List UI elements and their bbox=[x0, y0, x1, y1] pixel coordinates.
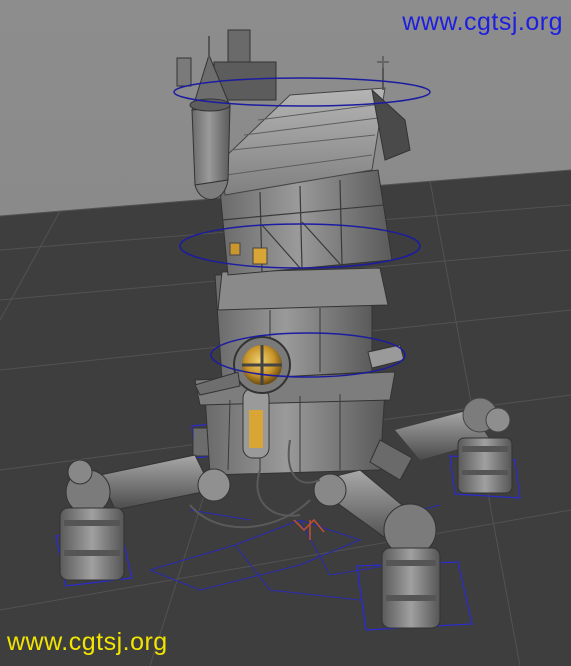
3d-viewport[interactable]: www.cgtsj.org www.cgtsj.org bbox=[0, 0, 571, 666]
scene-canvas[interactable] bbox=[0, 0, 571, 666]
watermark-bottom: www.cgtsj.org bbox=[7, 628, 168, 656]
watermark-top: www.cgtsj.org bbox=[402, 8, 563, 36]
